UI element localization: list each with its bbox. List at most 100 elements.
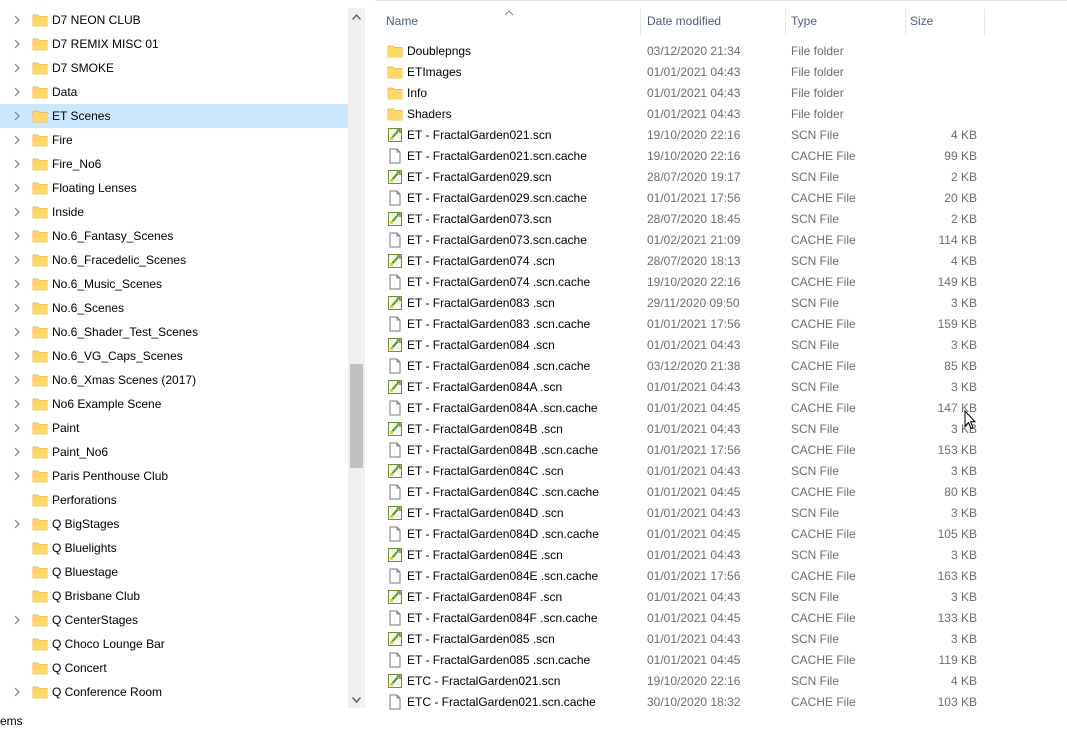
file-row[interactable]: ET - FractalGarden084C .scn 01/01/2021 04…: [375, 460, 1067, 481]
nav-item[interactable]: No.6_Music_Scenes: [0, 272, 348, 296]
nav-item[interactable]: No.6_Fantasy_Scenes: [0, 224, 348, 248]
file-row[interactable]: ET - FractalGarden085 .scn 01/01/2021 04:…: [375, 628, 1067, 649]
file-row[interactable]: Shaders 01/01/2021 04:43 File folder: [375, 103, 1067, 124]
navigation-scrollbar[interactable]: [348, 8, 365, 708]
file-row[interactable]: ET - FractalGarden084F .scn.cache 01/01/2…: [375, 607, 1067, 628]
nav-item[interactable]: D7 REMIX MISC 01: [0, 32, 348, 56]
nav-item[interactable]: Q BigStages: [0, 512, 348, 536]
file-row[interactable]: ET - FractalGarden083 .scn 29/11/2020 09:…: [375, 292, 1067, 313]
chevron-right-icon[interactable]: [12, 303, 22, 313]
chevron-right-icon[interactable]: [12, 87, 22, 97]
chevron-right-icon[interactable]: [12, 519, 22, 529]
file-row[interactable]: ET - FractalGarden084D .scn 01/01/2021 04…: [375, 502, 1067, 523]
column-date-header[interactable]: Date modified: [647, 14, 721, 28]
file-date-modified: 28/07/2020 18:13: [647, 254, 741, 268]
file-row[interactable]: ET - FractalGarden073.scn 28/07/2020 18:4…: [375, 208, 1067, 229]
file-row[interactable]: ET - FractalGarden073.scn.cache 01/02/202…: [375, 229, 1067, 250]
chevron-right-icon[interactable]: [12, 279, 22, 289]
file-row[interactable]: Doublepngs 03/12/2020 21:34 File folder: [375, 40, 1067, 61]
chevron-right-icon[interactable]: [12, 63, 22, 73]
column-separator[interactable]: [640, 9, 641, 35]
file-row[interactable]: ET - FractalGarden084E .scn.cache 01/01/2…: [375, 565, 1067, 586]
file-row[interactable]: ETC - FractalGarden021.scn.cache 30/10/20…: [375, 691, 1067, 710]
nav-item[interactable]: No.6_Shader_Test_Scenes: [0, 320, 348, 344]
file-row[interactable]: ET - FractalGarden074 .scn.cache 19/10/20…: [375, 271, 1067, 292]
file-date-modified: 01/01/2021 04:43: [647, 65, 741, 79]
scroll-down-icon[interactable]: [348, 691, 365, 708]
nav-item[interactable]: Fire_No6: [0, 152, 348, 176]
chevron-right-icon[interactable]: [12, 375, 22, 385]
file-row[interactable]: ET - FractalGarden084E .scn 01/01/2021 04…: [375, 544, 1067, 565]
chevron-right-icon[interactable]: [12, 39, 22, 49]
file-type: CACHE File: [791, 611, 856, 625]
file-row[interactable]: ET - FractalGarden084A .scn 01/01/2021 04…: [375, 376, 1067, 397]
nav-item[interactable]: D7 NEON CLUB: [0, 8, 348, 32]
file-type: CACHE File: [791, 485, 856, 499]
chevron-right-icon[interactable]: [12, 111, 22, 121]
column-name-header[interactable]: Name: [386, 14, 418, 28]
nav-item[interactable]: No.6_VG_Caps_Scenes: [0, 344, 348, 368]
file-row[interactable]: ET - FractalGarden084B .scn.cache 01/01/2…: [375, 439, 1067, 460]
column-separator[interactable]: [905, 9, 906, 35]
file-row[interactable]: ET - FractalGarden083 .scn.cache 01/01/20…: [375, 313, 1067, 334]
nav-item[interactable]: Q Choco Lounge Bar: [0, 632, 348, 656]
chevron-right-icon[interactable]: [12, 423, 22, 433]
nav-item[interactable]: Q Concert: [0, 656, 348, 680]
file-row[interactable]: ET - FractalGarden084 .scn 01/01/2021 04:…: [375, 334, 1067, 355]
nav-item[interactable]: No.6_Fracedelic_Scenes: [0, 248, 348, 272]
chevron-right-icon[interactable]: [12, 231, 22, 241]
nav-item[interactable]: No.6_Xmas Scenes (2017): [0, 368, 348, 392]
scroll-up-icon[interactable]: [348, 8, 365, 25]
column-size-header[interactable]: Size: [910, 14, 933, 28]
chevron-right-icon[interactable]: [12, 159, 22, 169]
file-row[interactable]: ET - FractalGarden021.scn.cache 19/10/202…: [375, 145, 1067, 166]
file-row[interactable]: ET - FractalGarden084 .scn.cache 03/12/20…: [375, 355, 1067, 376]
chevron-right-icon[interactable]: [12, 15, 22, 25]
nav-item[interactable]: D7 SMOKE: [0, 56, 348, 80]
file-row[interactable]: ET - FractalGarden021.scn 19/10/2020 22:1…: [375, 124, 1067, 145]
nav-item[interactable]: Paint_No6: [0, 440, 348, 464]
nav-item[interactable]: Q Bluestage: [0, 560, 348, 584]
file-row[interactable]: ETImages 01/01/2021 04:43 File folder: [375, 61, 1067, 82]
file-row[interactable]: ET - FractalGarden074 .scn 28/07/2020 18:…: [375, 250, 1067, 271]
file-row[interactable]: ET - FractalGarden029.scn 28/07/2020 19:1…: [375, 166, 1067, 187]
scrollbar-thumb[interactable]: [350, 364, 363, 468]
nav-item[interactable]: Fire: [0, 128, 348, 152]
nav-item[interactable]: Q Bluelights: [0, 536, 348, 560]
chevron-right-icon[interactable]: [12, 351, 22, 361]
file-row[interactable]: ET - FractalGarden084F .scn 01/01/2021 04…: [375, 586, 1067, 607]
column-type-header[interactable]: Type: [791, 14, 817, 28]
chevron-right-icon[interactable]: [12, 471, 22, 481]
nav-item[interactable]: ET Scenes: [0, 104, 348, 128]
column-separator[interactable]: [984, 9, 985, 35]
nav-item[interactable]: Paris Penthouse Club: [0, 464, 348, 488]
file-row[interactable]: ETC - FractalGarden021.scn 19/10/2020 22:…: [375, 670, 1067, 691]
column-separator[interactable]: [785, 9, 786, 35]
chevron-right-icon[interactable]: [12, 255, 22, 265]
nav-item[interactable]: Q Conference Room: [0, 680, 348, 704]
nav-item-label: D7 REMIX MISC 01: [52, 37, 159, 51]
file-row[interactable]: ET - FractalGarden029.scn.cache 01/01/202…: [375, 187, 1067, 208]
chevron-right-icon[interactable]: [12, 687, 22, 697]
chevron-right-icon[interactable]: [12, 135, 22, 145]
file-row[interactable]: ET - FractalGarden084D .scn.cache 01/01/2…: [375, 523, 1067, 544]
chevron-right-icon[interactable]: [12, 615, 22, 625]
chevron-right-icon[interactable]: [12, 183, 22, 193]
nav-item[interactable]: Data: [0, 80, 348, 104]
nav-item[interactable]: Inside: [0, 200, 348, 224]
nav-item[interactable]: Floating Lenses: [0, 176, 348, 200]
nav-item[interactable]: Perforations: [0, 488, 348, 512]
nav-item[interactable]: Q CenterStages: [0, 608, 348, 632]
file-date-modified: 01/01/2021 04:43: [647, 590, 741, 604]
nav-item[interactable]: Paint: [0, 416, 348, 440]
file-row[interactable]: ET - FractalGarden085 .scn.cache 01/01/20…: [375, 649, 1067, 670]
nav-item[interactable]: Q Brisbane Club: [0, 584, 348, 608]
chevron-right-icon[interactable]: [12, 447, 22, 457]
chevron-right-icon[interactable]: [12, 207, 22, 217]
file-row[interactable]: Info 01/01/2021 04:43 File folder: [375, 82, 1067, 103]
nav-item[interactable]: No.6_Scenes: [0, 296, 348, 320]
file-row[interactable]: ET - FractalGarden084C .scn.cache 01/01/2…: [375, 481, 1067, 502]
nav-item[interactable]: No6 Example Scene: [0, 392, 348, 416]
chevron-right-icon[interactable]: [12, 399, 22, 409]
chevron-right-icon[interactable]: [12, 327, 22, 337]
